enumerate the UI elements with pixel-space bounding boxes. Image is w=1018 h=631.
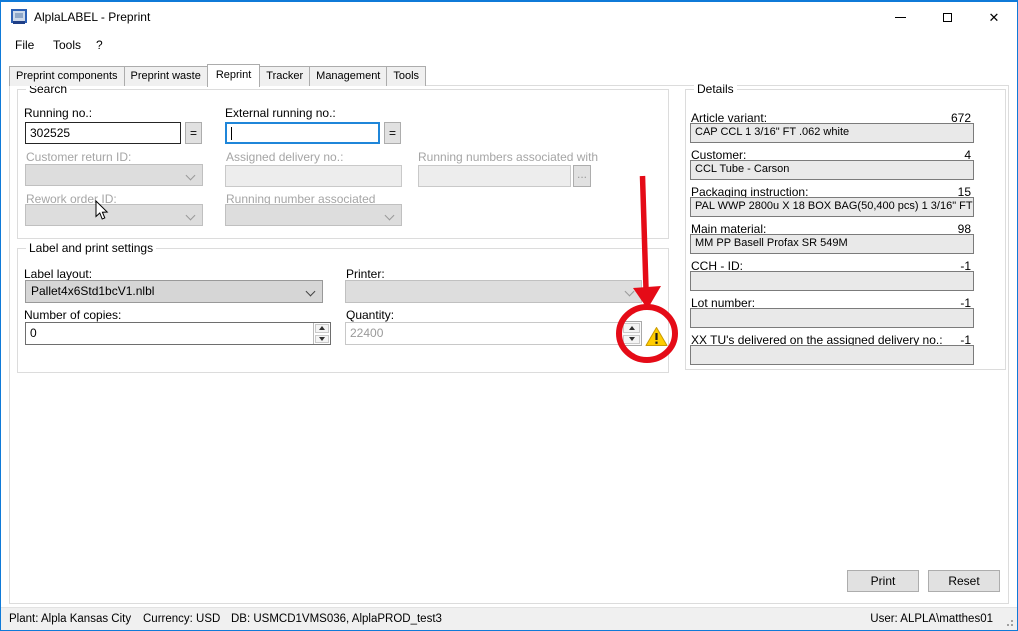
tab-preprint-waste[interactable]: Preprint waste (124, 66, 208, 86)
maximize-button[interactable] (924, 2, 970, 33)
external-running-no-equals-button[interactable]: = (384, 122, 401, 144)
detail-value-text: CCL Tube - Carson (695, 163, 789, 175)
details-group-caption: Details (694, 82, 737, 96)
app-icon (11, 9, 27, 25)
running-no-value: 302525 (30, 126, 70, 140)
tab-management[interactable]: Management (309, 66, 387, 86)
number-of-copies-label: Number of copies: (24, 308, 121, 322)
assigned-delivery-no-label: Assigned delivery no.: (226, 150, 343, 164)
close-button[interactable]: ✕ (971, 2, 1017, 33)
minimize-icon (895, 17, 906, 18)
detail-value-text: CAP CCL 1 3/16" FT .062 white (695, 126, 849, 138)
app-window: AlplaLABEL - Preprint ✕ File Tools ? Pre… (0, 0, 1018, 631)
printer-label: Printer: (346, 267, 385, 281)
detail-value-lot-number (690, 308, 974, 328)
running-no-label: Running no.: (24, 106, 92, 120)
menu-help[interactable]: ? (96, 32, 103, 58)
tab-strip: Preprint components Preprint waste Repri… (9, 63, 425, 86)
spin-down-button[interactable] (315, 335, 329, 344)
text-caret (231, 127, 232, 140)
detail-value-cch-id (690, 271, 974, 291)
detail-value-article-variant: CAP CCL 1 3/16" FT .062 white (690, 123, 974, 143)
tab-preprint-components[interactable]: Preprint components (9, 66, 125, 86)
spin-down-button[interactable] (623, 335, 640, 345)
status-user: User: ALPLA\matthes01 (870, 613, 993, 625)
browse-button: ... (573, 165, 591, 187)
print-button[interactable]: Print (847, 570, 919, 592)
quantity-label: Quantity: (346, 308, 394, 322)
number-of-copies-value: 0 (30, 326, 37, 340)
spin-down-icon (629, 337, 635, 341)
chevron-down-icon (625, 287, 635, 297)
external-running-no-label: External running no.: (225, 106, 336, 120)
spin-down-icon (319, 337, 325, 341)
chevron-down-icon (306, 287, 316, 297)
printer-combobox (345, 280, 642, 303)
reset-button[interactable]: Reset (928, 570, 1000, 592)
detail-value-packaging-instruction: PAL WWP 2800u X 18 BOX BAG(50,400 pcs) 1… (690, 197, 974, 217)
title-bar[interactable]: AlplaLABEL - Preprint ✕ (1, 1, 1017, 32)
resize-grip-icon[interactable] (1004, 617, 1014, 627)
menu-bar: File Tools ? (1, 32, 1017, 58)
label-layout-combobox[interactable]: Pallet4x6Std1bcV1.nlbl (25, 280, 323, 303)
status-plant: Plant: Alpla Kansas City (9, 613, 131, 625)
detail-value-text: PAL WWP 2800u X 18 BOX BAG(50,400 pcs) 1… (695, 200, 973, 212)
maximize-icon (943, 13, 952, 22)
running-no-equals-button[interactable]: = (185, 122, 202, 144)
spinner-buttons (313, 323, 330, 344)
spin-up-button[interactable] (623, 323, 640, 333)
tab-tracker[interactable]: Tracker (259, 66, 310, 86)
assigned-delivery-no-input (225, 165, 402, 187)
label-layout-value: Pallet4x6Std1bcV1.nlbl (31, 284, 154, 298)
status-currency: Currency: USD (143, 613, 220, 625)
detail-value-xx-tus-delivered (690, 345, 974, 365)
detail-value-text: MM PP Basell Profax SR 549M (695, 237, 848, 249)
minimize-button[interactable] (877, 2, 923, 33)
status-db: DB: USMCD1VMS036, AlplaPROD_test3 (231, 613, 442, 625)
label-print-settings-caption: Label and print settings (26, 241, 156, 255)
warning-icon (645, 326, 668, 347)
chevron-down-icon (385, 211, 395, 221)
detail-value-customer: CCL Tube - Carson (690, 160, 974, 180)
label-layout-label: Label layout: (24, 267, 92, 281)
spin-up-button[interactable] (315, 324, 329, 333)
chevron-down-icon (186, 211, 196, 221)
quantity-value: 22400 (350, 326, 383, 340)
spin-up-icon (629, 326, 635, 330)
window-title: AlplaLABEL - Preprint (34, 10, 150, 24)
close-icon: ✕ (989, 11, 1000, 24)
running-numbers-associated-with-label: Running numbers associated with (418, 150, 598, 164)
customer-return-id-label: Customer return ID: (26, 150, 131, 164)
rework-order-id-combobox (25, 204, 203, 226)
quantity-spinner-buttons[interactable] (621, 321, 642, 346)
menu-file[interactable]: File (15, 32, 34, 58)
spin-up-icon (319, 326, 325, 330)
quantity-input: 22400 (345, 322, 620, 345)
running-no-input[interactable]: 302525 (25, 122, 181, 144)
number-of-copies-spinner[interactable]: 0 (25, 322, 331, 345)
detail-value-main-material: MM PP Basell Profax SR 549M (690, 234, 974, 254)
customer-return-id-combobox (25, 164, 203, 186)
external-running-no-input[interactable] (225, 122, 380, 144)
chevron-down-icon (186, 171, 196, 181)
tab-reprint[interactable]: Reprint (207, 64, 260, 87)
tab-tools[interactable]: Tools (386, 66, 426, 86)
running-number-associated-combobox (225, 204, 402, 226)
running-numbers-associated-with-input (418, 165, 571, 187)
menu-tools[interactable]: Tools (53, 32, 81, 58)
status-bar: Plant: Alpla Kansas City Currency: USD D… (1, 607, 1017, 630)
